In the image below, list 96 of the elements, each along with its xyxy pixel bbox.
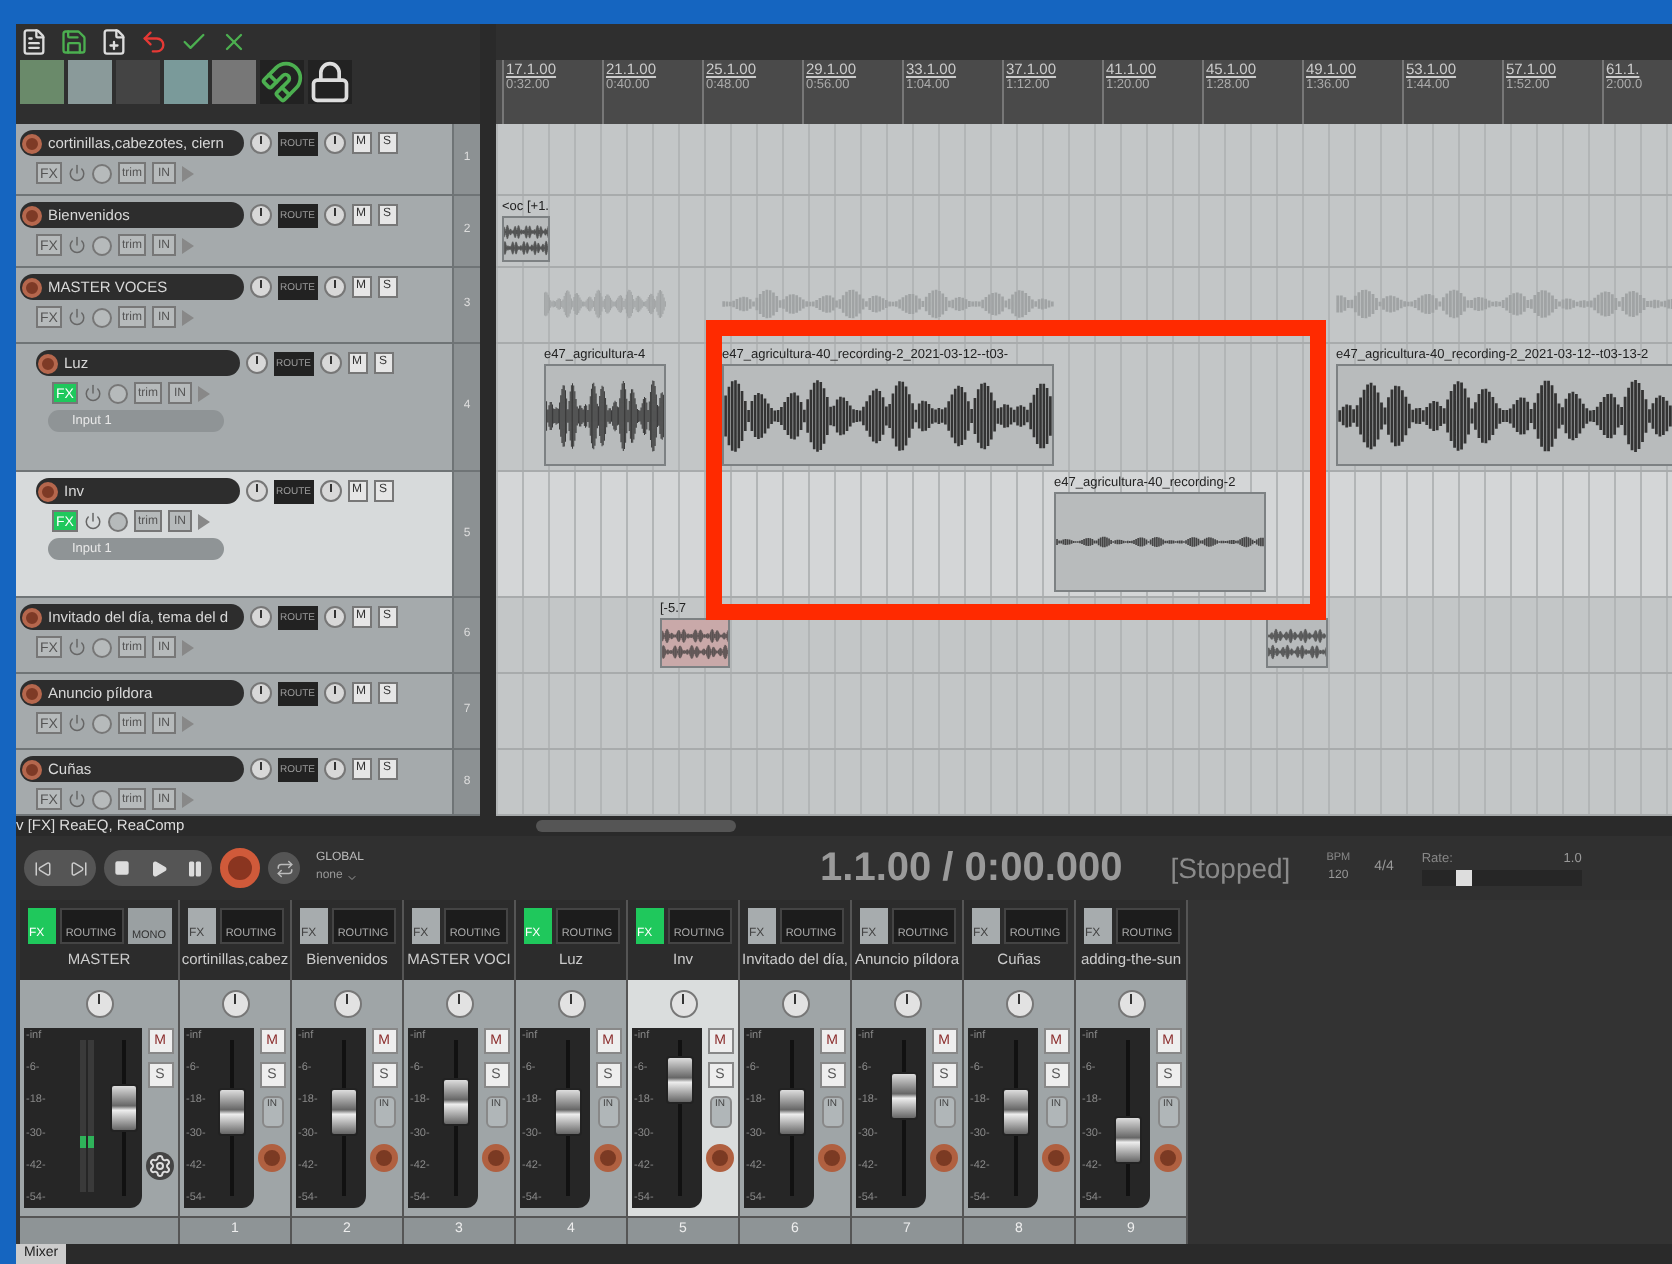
pan-knob[interactable] [319, 352, 341, 374]
stop-icon [114, 860, 130, 876]
record-arm-icon[interactable] [22, 277, 42, 297]
fader-handle[interactable] [1114, 1115, 1142, 1164]
record-arm-icon[interactable] [706, 1144, 734, 1172]
record-arm-icon[interactable] [370, 1144, 398, 1172]
phase-button[interactable] [107, 511, 128, 531]
record-arm-icon[interactable] [22, 133, 42, 153]
volume-knob[interactable] [246, 480, 268, 502]
pan-knob[interactable] [893, 990, 921, 1018]
fader-handle[interactable] [1002, 1088, 1030, 1137]
media-item[interactable] [660, 618, 730, 668]
media-item[interactable] [1266, 618, 1328, 668]
fader-track[interactable] [554, 1040, 582, 1196]
pan-knob[interactable] [323, 682, 345, 704]
record-arm-icon[interactable] [930, 1144, 958, 1172]
fader-track[interactable] [110, 1040, 138, 1196]
record-arm-icon[interactable] [38, 353, 58, 373]
volume-knob[interactable] [250, 132, 272, 154]
volume-knob[interactable] [246, 352, 268, 374]
pan-knob[interactable] [1117, 990, 1145, 1018]
skip-back-icon [33, 859, 51, 877]
record-arm-icon[interactable] [818, 1144, 846, 1172]
record-arm-icon[interactable] [22, 205, 42, 225]
lock-icon[interactable] [308, 60, 352, 104]
record-arm-icon[interactable] [22, 683, 42, 703]
power-icon[interactable] [83, 512, 102, 530]
play-state: [Stopped] [1170, 849, 1291, 888]
fader-track[interactable] [666, 1040, 694, 1196]
document-icon[interactable] [20, 28, 48, 56]
pan-knob[interactable] [221, 990, 249, 1018]
pause-icon [185, 859, 203, 877]
pan-knob[interactable] [85, 990, 113, 1018]
record-arm-icon[interactable] [1042, 1144, 1070, 1172]
record-arm-icon[interactable] [22, 607, 42, 627]
record-arm-icon[interactable] [22, 759, 42, 779]
loop-icon [275, 859, 293, 877]
record-arm-icon[interactable] [594, 1144, 622, 1172]
pan-knob[interactable] [323, 132, 345, 154]
fader-handle[interactable] [110, 1083, 138, 1132]
fader-track[interactable] [1002, 1040, 1030, 1196]
fader-handle[interactable] [442, 1077, 470, 1126]
volume-knob[interactable] [250, 276, 272, 298]
cross-icon[interactable] [220, 28, 248, 56]
magnet-icon[interactable] [260, 60, 304, 104]
skip-forward-icon [69, 859, 87, 877]
media-item[interactable] [502, 216, 550, 262]
pan-knob[interactable] [323, 276, 345, 298]
track-lane[interactable] [496, 674, 1672, 750]
volume-knob[interactable] [250, 606, 272, 628]
volume-knob[interactable] [250, 758, 272, 780]
record-arm-icon[interactable] [1154, 1144, 1182, 1172]
fader-track[interactable] [218, 1040, 246, 1196]
horizontal-scrollbar[interactable] [536, 820, 736, 832]
record-arm-icon[interactable] [482, 1144, 510, 1172]
time-display: 1.1.00 / 0:00.000 [820, 844, 1123, 894]
fader-handle[interactable] [554, 1088, 582, 1137]
pan-knob[interactable] [323, 758, 345, 780]
pan-knob[interactable] [557, 990, 585, 1018]
record-arm-icon[interactable] [258, 1144, 286, 1172]
pan-knob[interactable] [323, 204, 345, 226]
fader-handle[interactable] [890, 1072, 918, 1121]
volume-knob[interactable] [250, 682, 272, 704]
chevron-down-icon [346, 871, 359, 883]
media-item[interactable] [544, 364, 666, 466]
rate-slider-thumb[interactable] [1456, 869, 1473, 886]
fader-handle[interactable] [330, 1088, 358, 1137]
fader-handle[interactable] [218, 1088, 246, 1137]
pan-knob[interactable] [1005, 990, 1033, 1018]
track-lane[interactable] [496, 750, 1672, 816]
media-item[interactable] [1336, 364, 1672, 466]
fader-track[interactable] [330, 1040, 358, 1196]
fader-handle[interactable] [666, 1056, 694, 1105]
media-item[interactable] [722, 364, 1054, 466]
pan-knob[interactable] [669, 990, 697, 1018]
track-lane[interactable] [496, 124, 1672, 196]
document-plus-icon[interactable] [100, 28, 128, 56]
fader-track[interactable] [1114, 1040, 1142, 1196]
pan-knob[interactable] [333, 990, 361, 1018]
settings-icon[interactable] [146, 1152, 174, 1180]
fader-handle[interactable] [778, 1088, 806, 1137]
fader-track[interactable] [442, 1040, 470, 1196]
folder-waveform [544, 288, 666, 320]
fader-track[interactable] [890, 1040, 918, 1196]
loop-button[interactable] [268, 852, 300, 884]
pan-knob[interactable] [323, 606, 345, 628]
undo-icon[interactable] [140, 28, 168, 56]
play-icon [149, 859, 167, 877]
media-item[interactable] [1054, 492, 1266, 592]
record-arm-icon[interactable] [38, 481, 58, 501]
fader-track[interactable] [778, 1040, 806, 1196]
volume-knob[interactable] [250, 204, 272, 226]
rate-slider[interactable] [1421, 869, 1582, 886]
pan-knob[interactable] [445, 990, 473, 1018]
pan-knob[interactable] [319, 480, 341, 502]
pan-knob[interactable] [781, 990, 809, 1018]
